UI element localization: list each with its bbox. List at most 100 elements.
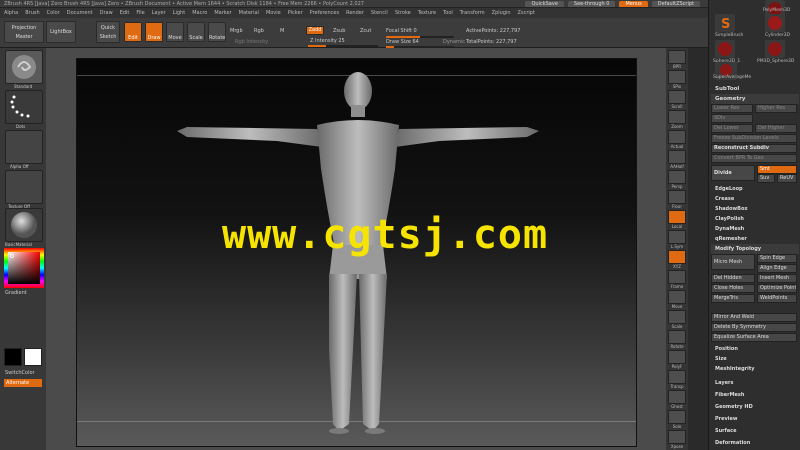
sdiv-slider[interactable]: SDiv xyxy=(711,114,753,123)
rgb-toggle[interactable]: Rgb xyxy=(254,28,264,34)
menus-button[interactable]: Menus xyxy=(619,0,648,7)
switch-color-button[interactable]: SwitchColor xyxy=(5,370,35,376)
shelf-zoom-button[interactable] xyxy=(668,110,686,124)
layers-section[interactable]: Layers xyxy=(711,378,799,388)
suv-toggle[interactable]: Suv xyxy=(757,174,775,183)
texture-button[interactable] xyxy=(5,170,43,204)
scale-button[interactable]: Scale xyxy=(187,22,205,42)
mirror-and-weld-button[interactable]: Mirror And Weld xyxy=(711,313,797,322)
standard-brush-button[interactable] xyxy=(5,50,43,84)
shelf-floor-button[interactable] xyxy=(668,190,686,204)
menu-texture[interactable]: Texture xyxy=(418,10,436,16)
deformation-section[interactable]: Deformation xyxy=(711,438,799,448)
edit-button[interactable]: Edit xyxy=(124,22,142,42)
see-through-slider[interactable]: See-through 0 xyxy=(567,0,616,7)
color-picker[interactable] xyxy=(4,248,44,288)
lower-res-button[interactable]: Lower Res xyxy=(711,104,753,113)
claypolish-section[interactable]: ClayPolish xyxy=(711,214,799,224)
del-hidden-button[interactable]: Del Hidden xyxy=(711,274,755,283)
z-intensity-track[interactable] xyxy=(308,45,378,47)
weldpoints-button[interactable]: WeldPoints xyxy=(757,294,797,303)
mergetris-button[interactable]: MergeTris xyxy=(711,294,755,303)
shelf-local-button[interactable] xyxy=(668,210,686,224)
main-color-swatch[interactable] xyxy=(4,348,22,366)
shelf-rotate-button[interactable] xyxy=(668,330,686,344)
menu-stroke[interactable]: Stroke xyxy=(395,10,411,16)
shelf-scale-button[interactable] xyxy=(668,310,686,324)
delete-by-symmetry-button[interactable]: Delete By Symmetry xyxy=(711,323,797,332)
freeze-subdivision-button[interactable]: Freeze SubDivision Levels xyxy=(711,134,797,143)
menu-preferences[interactable]: Preferences xyxy=(310,10,339,16)
menu-macro[interactable]: Macro xyxy=(192,10,207,16)
lightbox-button[interactable]: LightBox xyxy=(46,21,76,43)
move-button[interactable]: Move xyxy=(166,22,184,42)
m-toggle[interactable]: M xyxy=(280,28,284,34)
shelf-xpose-button[interactable] xyxy=(668,430,686,444)
shelf-spix-button[interactable] xyxy=(668,70,686,84)
menu-picker[interactable]: Picker xyxy=(288,10,303,16)
tool-thumb-cylinder3d[interactable] xyxy=(765,14,785,32)
rotate-button[interactable]: Rotate xyxy=(208,22,226,42)
edgeloop-section[interactable]: EdgeLoop xyxy=(711,184,799,194)
crease-section[interactable]: Crease xyxy=(711,194,799,204)
shelf-l-sym-button[interactable] xyxy=(668,230,686,244)
insert-mesh-button[interactable]: Insert Mesh xyxy=(757,274,797,283)
spin-edge-button[interactable]: Spin Edge xyxy=(757,254,797,263)
higher-res-button[interactable]: Higher Res xyxy=(755,104,797,113)
shelf-xyz-button[interactable] xyxy=(668,250,686,264)
quick-sketch-button[interactable]: Quick Sketch xyxy=(96,21,120,43)
mrgb-toggle[interactable]: Mrgb xyxy=(230,28,243,34)
zsub-button[interactable]: Zsub xyxy=(333,28,345,34)
menu-material[interactable]: Material xyxy=(239,10,259,16)
meshintegrity-section[interactable]: MeshIntegrity xyxy=(711,364,799,374)
zadd-button[interactable]: Zadd xyxy=(306,26,324,35)
menu-tool[interactable]: Tool xyxy=(443,10,453,16)
smt-toggle[interactable]: Smt xyxy=(757,165,797,174)
shelf-transp-button[interactable] xyxy=(668,370,686,384)
del-higher-button[interactable]: Del Higher xyxy=(755,124,797,133)
dynamesh-section[interactable]: DynaMesh xyxy=(711,224,799,234)
z-intensity-slider[interactable]: Z Intensity 25 xyxy=(310,38,345,44)
menu-movie[interactable]: Movie xyxy=(266,10,281,16)
menu-render[interactable]: Render xyxy=(346,10,364,16)
tool-thumb-pm3dsphere[interactable] xyxy=(765,40,785,58)
draw-size-slider[interactable]: Draw Size 64 xyxy=(386,39,419,45)
tool-thumb-sphere3d1[interactable] xyxy=(715,40,735,58)
reconstruct-subdiv-button[interactable]: Reconstruct Subdiv xyxy=(711,144,797,153)
dots-stroke-button[interactable] xyxy=(5,90,43,124)
menu-brush[interactable]: Brush xyxy=(25,10,39,16)
geometry-hd-section[interactable]: Geometry HD xyxy=(711,402,799,412)
reuv-toggle[interactable]: ReUV xyxy=(777,174,797,183)
shadowbox-section[interactable]: ShadowBox xyxy=(711,204,799,214)
secondary-color-swatch[interactable] xyxy=(24,348,42,366)
surface-section[interactable]: Surface xyxy=(711,426,799,436)
optimize-points-button[interactable]: Optimize Points xyxy=(757,284,797,293)
fibermesh-section[interactable]: FiberMesh xyxy=(711,390,799,400)
shelf-ghost-button[interactable] xyxy=(668,390,686,404)
menu-edit[interactable]: Edit xyxy=(120,10,130,16)
del-lower-button[interactable]: Del Lower xyxy=(711,124,753,133)
geometry-section[interactable]: Geometry xyxy=(711,94,799,104)
position-section[interactable]: Position xyxy=(711,344,799,354)
shelf-polyf-button[interactable] xyxy=(668,350,686,364)
projection-master-button[interactable]: Projection Master xyxy=(4,21,44,43)
shelf-persp-button[interactable] xyxy=(668,170,686,184)
menu-zscript[interactable]: Zscript xyxy=(518,10,535,16)
modify-topology-section[interactable]: Modify Topology xyxy=(711,244,799,254)
menu-layer[interactable]: Layer xyxy=(152,10,166,16)
dynamic-toggle[interactable]: Dynamic xyxy=(443,39,465,45)
close-holes-button[interactable]: Close Holes xyxy=(711,284,755,293)
shelf-bpr-button[interactable] xyxy=(668,50,686,64)
menu-marker[interactable]: Marker xyxy=(214,10,231,16)
menu-file[interactable]: File xyxy=(136,10,144,16)
menu-document[interactable]: Document xyxy=(67,10,93,16)
zcut-button[interactable]: Zcut xyxy=(360,28,371,34)
divide-button[interactable]: Divide xyxy=(711,165,755,181)
menu-stencil[interactable]: Stencil xyxy=(371,10,388,16)
shelf-scroll-button[interactable] xyxy=(668,90,686,104)
menu-transform[interactable]: Transform xyxy=(460,10,485,16)
preview-section[interactable]: Preview xyxy=(711,414,799,424)
draw-button[interactable]: Draw xyxy=(145,22,163,42)
tool-thumb-simplebrush[interactable]: S xyxy=(715,14,735,32)
alpha-button[interactable] xyxy=(5,130,43,164)
